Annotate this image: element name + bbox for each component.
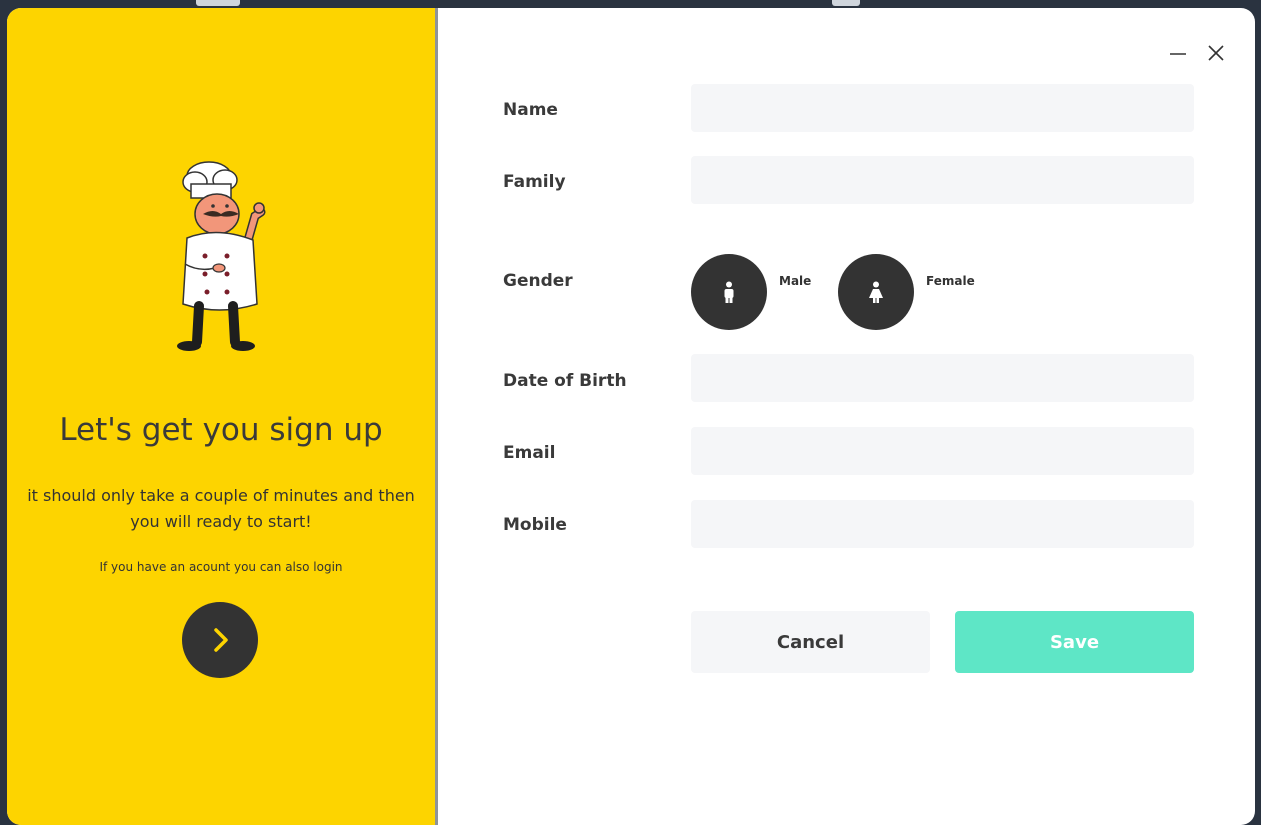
- signup-window: Let's get you sign up it should only tak…: [7, 8, 1255, 825]
- family-label: Family: [503, 172, 566, 192]
- name-label: Name: [503, 100, 558, 120]
- email-field[interactable]: [691, 427, 1194, 475]
- male-icon: [724, 281, 734, 303]
- email-label: Email: [503, 443, 556, 463]
- dob-label: Date of Birth: [503, 371, 627, 391]
- login-hint: If you have an acount you can also login: [99, 560, 343, 574]
- save-button[interactable]: Save: [955, 611, 1194, 673]
- mobile-field[interactable]: [691, 500, 1194, 548]
- go-to-login-button[interactable]: [182, 602, 258, 678]
- welcome-panel: Let's get you sign up it should only tak…: [7, 8, 438, 825]
- cancel-button[interactable]: Cancel: [691, 611, 930, 673]
- chef-illustration: [177, 161, 266, 351]
- window-controls: [1167, 42, 1227, 64]
- gender-male-label: Male: [779, 274, 812, 288]
- mobile-label: Mobile: [503, 515, 567, 535]
- window-edge-mark: [196, 0, 240, 6]
- close-icon: [1208, 45, 1224, 61]
- family-field[interactable]: [691, 156, 1194, 204]
- chevron-right-icon: [214, 628, 228, 652]
- minimize-button[interactable]: [1167, 42, 1189, 64]
- date-of-birth-field[interactable]: [691, 354, 1194, 402]
- minimize-icon: [1170, 53, 1186, 55]
- signup-headline: Let's get you sign up: [59, 412, 383, 448]
- gender-label: Gender: [503, 271, 573, 291]
- name-field[interactable]: [691, 84, 1194, 132]
- close-button[interactable]: [1205, 42, 1227, 64]
- female-icon: [869, 281, 883, 303]
- gender-female-button[interactable]: [838, 254, 914, 330]
- gender-male-button[interactable]: [691, 254, 767, 330]
- window-edge-mark: [832, 0, 860, 6]
- gender-female-label: Female: [926, 274, 975, 288]
- signup-subtext: it should only take a couple of minutes …: [27, 486, 415, 531]
